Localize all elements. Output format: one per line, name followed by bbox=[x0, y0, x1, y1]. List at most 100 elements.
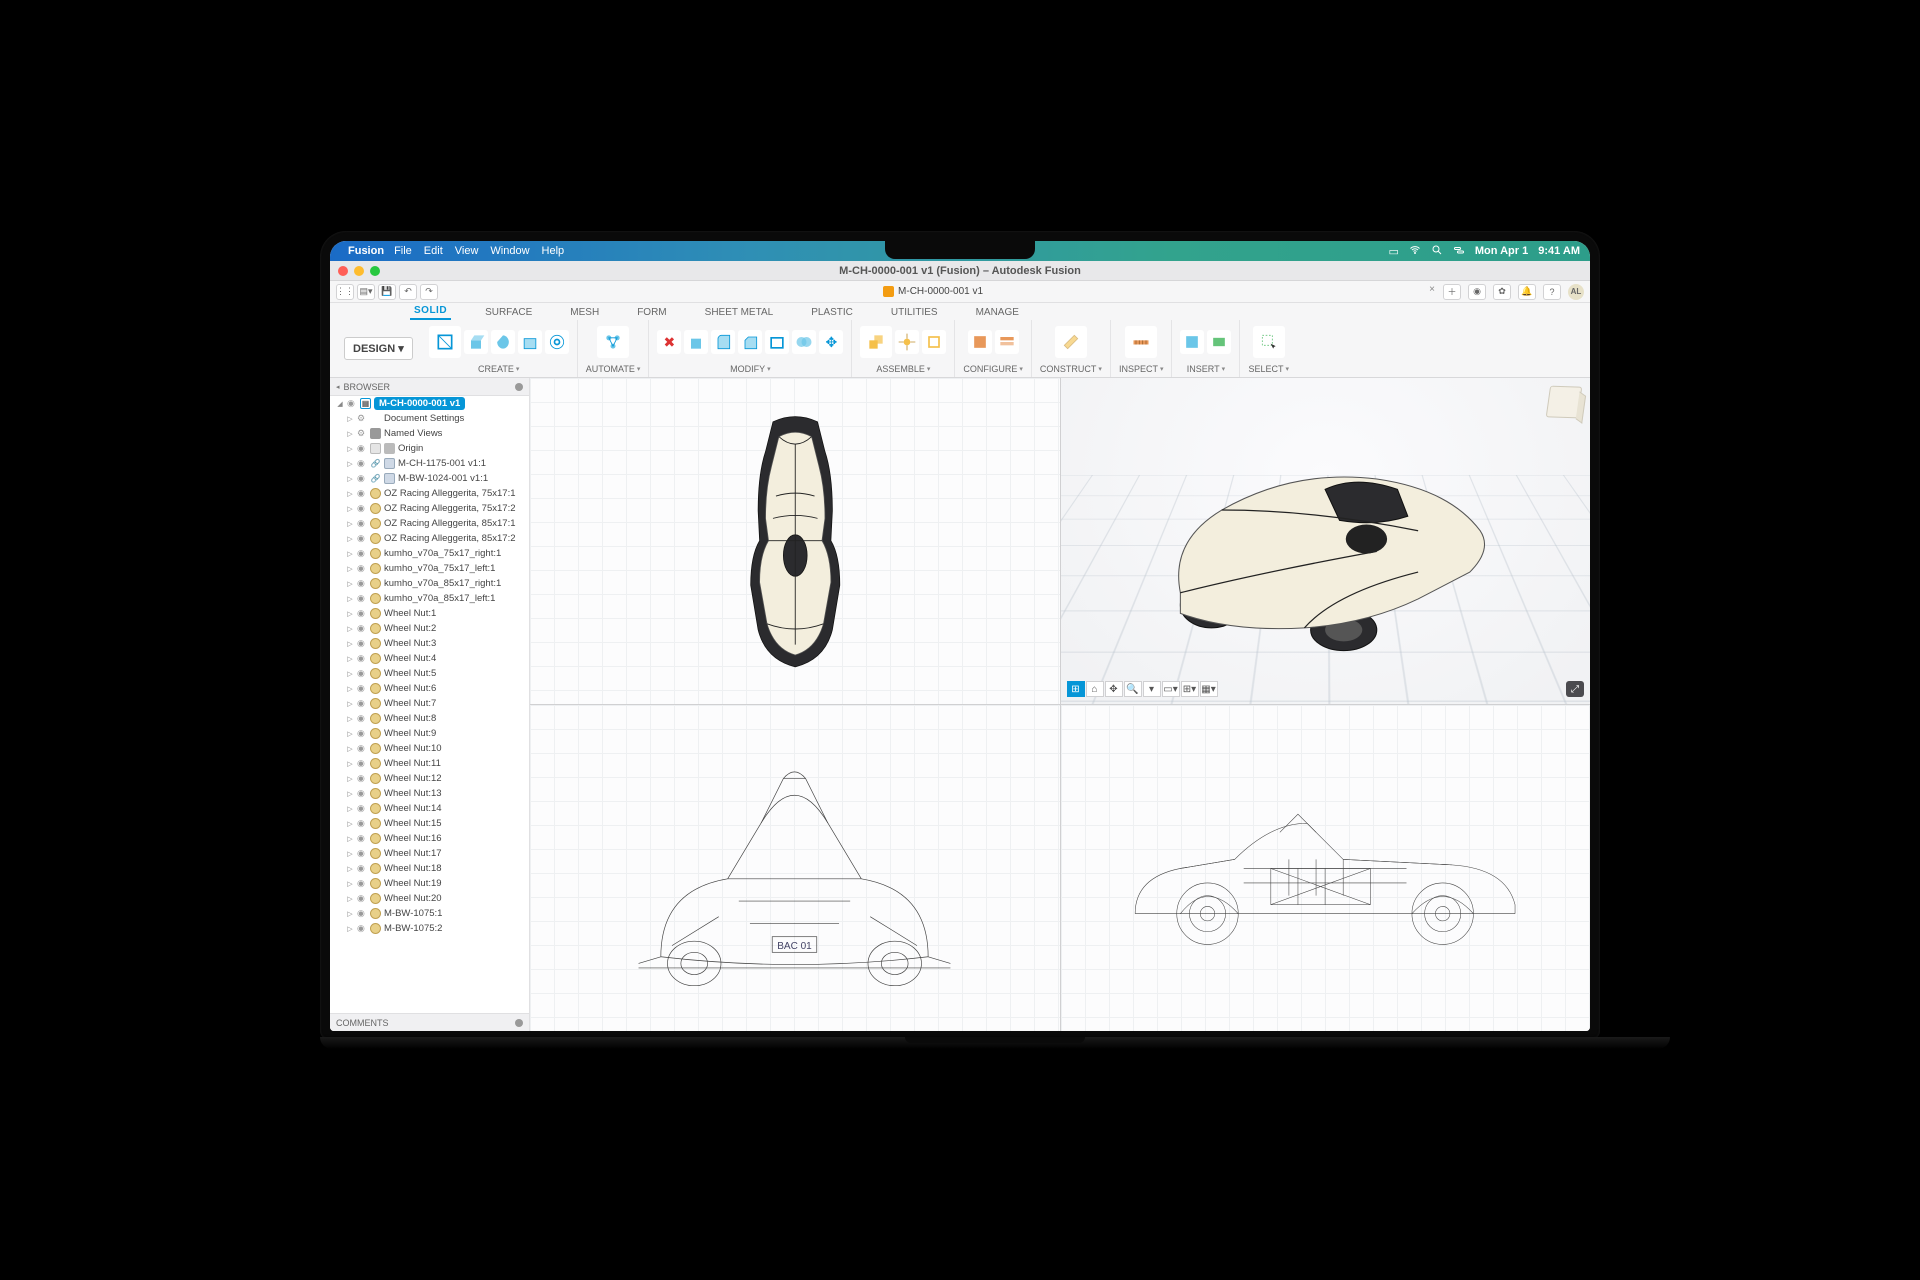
measure-button[interactable] bbox=[1125, 326, 1157, 358]
browser-tree[interactable]: ◢◉▦M-CH-0000-001 v1▷⚙Document Settings▷⚙… bbox=[330, 396, 529, 1013]
delete-button[interactable]: ✖ bbox=[657, 330, 681, 354]
tree-item[interactable]: ▷◉Wheel Nut:13 bbox=[330, 786, 529, 801]
menu-view[interactable]: View bbox=[455, 245, 479, 257]
tree-item[interactable]: ▷⚙Document Settings bbox=[330, 411, 529, 426]
app-name[interactable]: Fusion bbox=[348, 245, 384, 257]
tree-item[interactable]: ▷◉Wheel Nut:11 bbox=[330, 756, 529, 771]
ribbon-tab-surface[interactable]: SURFACE bbox=[481, 305, 536, 320]
menubar-time[interactable]: 9:41 AM bbox=[1538, 245, 1580, 257]
nav-viewports-button[interactable]: ▦▾ bbox=[1200, 681, 1218, 697]
close-tab-button[interactable]: × bbox=[1425, 284, 1439, 300]
ribbon-tab-solid[interactable]: SOLID bbox=[410, 303, 451, 320]
tree-item[interactable]: ▷◉Wheel Nut:20 bbox=[330, 891, 529, 906]
tree-item[interactable]: ▷◉Wheel Nut:15 bbox=[330, 816, 529, 831]
tree-item[interactable]: ▷◉Origin bbox=[330, 441, 529, 456]
tree-item[interactable]: ▷◉Wheel Nut:18 bbox=[330, 861, 529, 876]
comments-header[interactable]: COMMENTS bbox=[330, 1013, 529, 1031]
tree-item[interactable]: ▷◉OZ Racing Alleggerita, 75x17:2 bbox=[330, 501, 529, 516]
ribbon-tab-utilities[interactable]: UTILITIES bbox=[887, 305, 942, 320]
save-button[interactable]: 💾 bbox=[378, 284, 396, 300]
new-component-button[interactable] bbox=[860, 326, 892, 358]
configure-button[interactable] bbox=[968, 330, 992, 354]
tree-item[interactable]: ▷◉OZ Racing Alleggerita, 85x17:1 bbox=[330, 516, 529, 531]
nav-pan-button[interactable]: ✥ bbox=[1105, 681, 1123, 697]
move-button[interactable]: ✥ bbox=[819, 330, 843, 354]
nav-display-button[interactable]: ▭▾ bbox=[1162, 681, 1180, 697]
job-status-button[interactable]: ✿ bbox=[1493, 284, 1511, 300]
ribbon-tab-manage[interactable]: MANAGE bbox=[972, 305, 1023, 320]
tree-item[interactable]: ▷◉🔗M-BW-1024-001 v1:1 bbox=[330, 471, 529, 486]
hole-button[interactable] bbox=[545, 330, 569, 354]
tree-item[interactable]: ▷◉Wheel Nut:5 bbox=[330, 666, 529, 681]
menu-help[interactable]: Help bbox=[542, 245, 565, 257]
tree-item[interactable]: ▷◉Wheel Nut:12 bbox=[330, 771, 529, 786]
construct-plane-button[interactable] bbox=[1055, 326, 1087, 358]
extrude-button[interactable] bbox=[464, 330, 488, 354]
ribbon-tab-sheetmetal[interactable]: SHEET METAL bbox=[701, 305, 778, 320]
box-button[interactable] bbox=[518, 330, 542, 354]
ribbon-tab-mesh[interactable]: MESH bbox=[566, 305, 603, 320]
tree-item[interactable]: ▷◉Wheel Nut:3 bbox=[330, 636, 529, 651]
undo-button[interactable]: ↶ bbox=[399, 284, 417, 300]
viewport-top[interactable] bbox=[530, 378, 1060, 704]
control-center-icon[interactable] bbox=[1453, 244, 1465, 259]
search-icon[interactable] bbox=[1431, 244, 1443, 259]
tree-item[interactable]: ▷◉Wheel Nut:9 bbox=[330, 726, 529, 741]
nav-grid-button[interactable]: ⊞▾ bbox=[1181, 681, 1199, 697]
user-avatar[interactable]: AL bbox=[1568, 284, 1584, 300]
nav-fit-button[interactable]: ▾ bbox=[1143, 681, 1161, 697]
as-built-joint-button[interactable] bbox=[922, 330, 946, 354]
tree-item[interactable]: ▷◉M-BW-1075:2 bbox=[330, 921, 529, 936]
tree-item[interactable]: ▷◉kumho_v70a_85x17_left:1 bbox=[330, 591, 529, 606]
fillet-button[interactable] bbox=[711, 330, 735, 354]
tree-item[interactable]: ▷◉Wheel Nut:16 bbox=[330, 831, 529, 846]
insert-derive-button[interactable] bbox=[1180, 330, 1204, 354]
tree-item[interactable]: ▷◉M-BW-1075:1 bbox=[330, 906, 529, 921]
tree-item[interactable]: ▷◉🔗M-CH-1175-001 v1:1 bbox=[330, 456, 529, 471]
tree-item[interactable]: ▷◉Wheel Nut:6 bbox=[330, 681, 529, 696]
document-tab[interactable]: M-CH-0000-001 v1 bbox=[883, 286, 983, 297]
nav-orbit-button[interactable]: ⊞ bbox=[1067, 681, 1085, 697]
tree-item[interactable]: ▷◉Wheel Nut:10 bbox=[330, 741, 529, 756]
configure-table-button[interactable] bbox=[995, 330, 1019, 354]
menu-window[interactable]: Window bbox=[490, 245, 529, 257]
viewport-side[interactable] bbox=[1061, 705, 1591, 1031]
tree-item[interactable]: ▷◉kumho_v70a_85x17_right:1 bbox=[330, 576, 529, 591]
joint-button[interactable] bbox=[895, 330, 919, 354]
tree-item[interactable]: ▷◉kumho_v70a_75x17_right:1 bbox=[330, 546, 529, 561]
tree-root[interactable]: ◢◉▦M-CH-0000-001 v1 bbox=[330, 396, 529, 411]
menu-file[interactable]: File bbox=[394, 245, 412, 257]
battery-icon[interactable]: ▭ bbox=[1388, 245, 1398, 258]
create-sketch-button[interactable] bbox=[429, 326, 461, 358]
tree-item[interactable]: ▷◉Wheel Nut:4 bbox=[330, 651, 529, 666]
workspace-switcher[interactable]: DESIGN▾ bbox=[344, 337, 413, 360]
tree-item[interactable]: ▷◉Wheel Nut:8 bbox=[330, 711, 529, 726]
tree-item[interactable]: ▷◉Wheel Nut:14 bbox=[330, 801, 529, 816]
nav-home-button[interactable]: ⌂ bbox=[1086, 681, 1104, 697]
tree-item[interactable]: ▷◉OZ Racing Alleggerita, 85x17:2 bbox=[330, 531, 529, 546]
tree-item[interactable]: ▷◉Wheel Nut:2 bbox=[330, 621, 529, 636]
panel-collapse-icon[interactable] bbox=[515, 383, 523, 391]
file-menu-button[interactable]: ▤▾ bbox=[357, 284, 375, 300]
tree-item[interactable]: ▷◉Wheel Nut:1 bbox=[330, 606, 529, 621]
select-button[interactable] bbox=[1253, 326, 1285, 358]
redo-button[interactable]: ↷ bbox=[420, 284, 438, 300]
viewport-perspective[interactable]: ⊞ ⌂ ✥ 🔍 ▾ ▭▾ ⊞▾ ▦▾ ⤢ bbox=[1061, 378, 1591, 704]
tree-item[interactable]: ▷◉Wheel Nut:7 bbox=[330, 696, 529, 711]
revolve-button[interactable] bbox=[491, 330, 515, 354]
menu-edit[interactable]: Edit bbox=[424, 245, 443, 257]
data-panel-button[interactable]: ⋮⋮ bbox=[336, 284, 354, 300]
nav-zoom-button[interactable]: 🔍 bbox=[1124, 681, 1142, 697]
help-button[interactable]: ? bbox=[1543, 284, 1561, 300]
nav-fullscreen-button[interactable]: ⤢ bbox=[1566, 681, 1584, 697]
tree-item[interactable]: ▷◉Wheel Nut:19 bbox=[330, 876, 529, 891]
notifications-button[interactable]: 🔔 bbox=[1518, 284, 1536, 300]
automate-button[interactable] bbox=[597, 326, 629, 358]
tree-item[interactable]: ▷◉OZ Racing Alleggerita, 75x17:1 bbox=[330, 486, 529, 501]
panel-collapse-icon[interactable] bbox=[515, 1019, 523, 1027]
chamfer-button[interactable] bbox=[738, 330, 762, 354]
tree-item[interactable]: ▷◉Wheel Nut:17 bbox=[330, 846, 529, 861]
tree-item[interactable]: ▷◉kumho_v70a_75x17_left:1 bbox=[330, 561, 529, 576]
press-pull-button[interactable] bbox=[684, 330, 708, 354]
combine-button[interactable] bbox=[792, 330, 816, 354]
